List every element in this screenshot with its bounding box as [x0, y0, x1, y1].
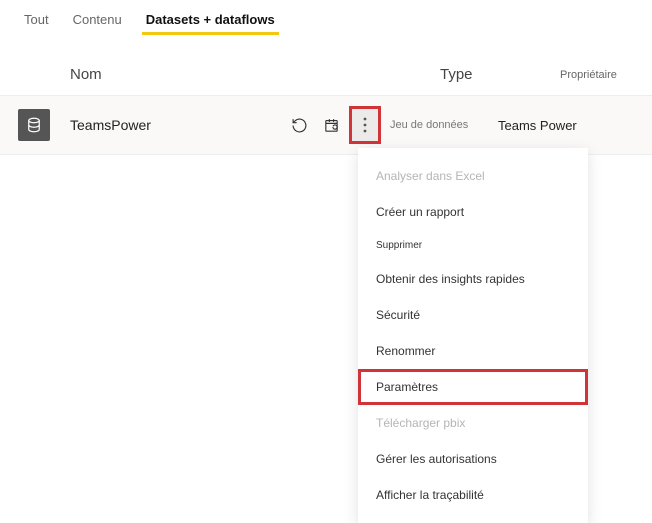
more-options-button[interactable] [349, 106, 381, 144]
menu-security[interactable]: Sécurité [358, 297, 588, 333]
table-row: TeamsPower Jeu de données Teams Power [0, 95, 652, 155]
table-header: Nom Type Propriétaire [0, 36, 652, 95]
dataset-name[interactable]: TeamsPower [70, 117, 272, 133]
menu-settings[interactable]: Paramètres [358, 369, 588, 405]
menu-rename[interactable]: Renommer [358, 333, 588, 369]
menu-analyze-excel: Analyser dans Excel [358, 158, 588, 194]
vertical-dots-icon [363, 117, 367, 133]
column-header-owner[interactable]: Propriétaire [560, 69, 632, 81]
menu-manage-permissions[interactable]: Gérer les autorisations [358, 441, 588, 477]
menu-view-lineage[interactable]: Afficher la traçabilité [358, 477, 588, 513]
menu-download-pbix: Télécharger pbix [358, 405, 588, 441]
column-header-name[interactable]: Nom [70, 66, 330, 83]
dataset-type: Jeu de données [390, 119, 498, 131]
schedule-refresh-icon[interactable] [322, 116, 340, 134]
tab-bar: Tout Contenu Datasets + dataflows [0, 0, 652, 36]
tab-datasets-dataflows[interactable]: Datasets + dataflows [134, 6, 287, 35]
tab-content[interactable]: Contenu [61, 6, 134, 35]
column-header-type[interactable]: Type [440, 66, 560, 83]
menu-quick-insights[interactable]: Obtenir des insights rapides [358, 261, 588, 297]
context-menu: Analyser dans Excel Créer un rapport Sup… [358, 148, 588, 523]
refresh-icon[interactable] [290, 116, 308, 134]
menu-delete[interactable]: Supprimer [358, 230, 588, 261]
tab-all[interactable]: Tout [12, 6, 61, 35]
dataset-owner[interactable]: Teams Power [498, 118, 632, 133]
menu-create-report[interactable]: Créer un rapport [358, 194, 588, 230]
dataset-icon [18, 109, 50, 141]
